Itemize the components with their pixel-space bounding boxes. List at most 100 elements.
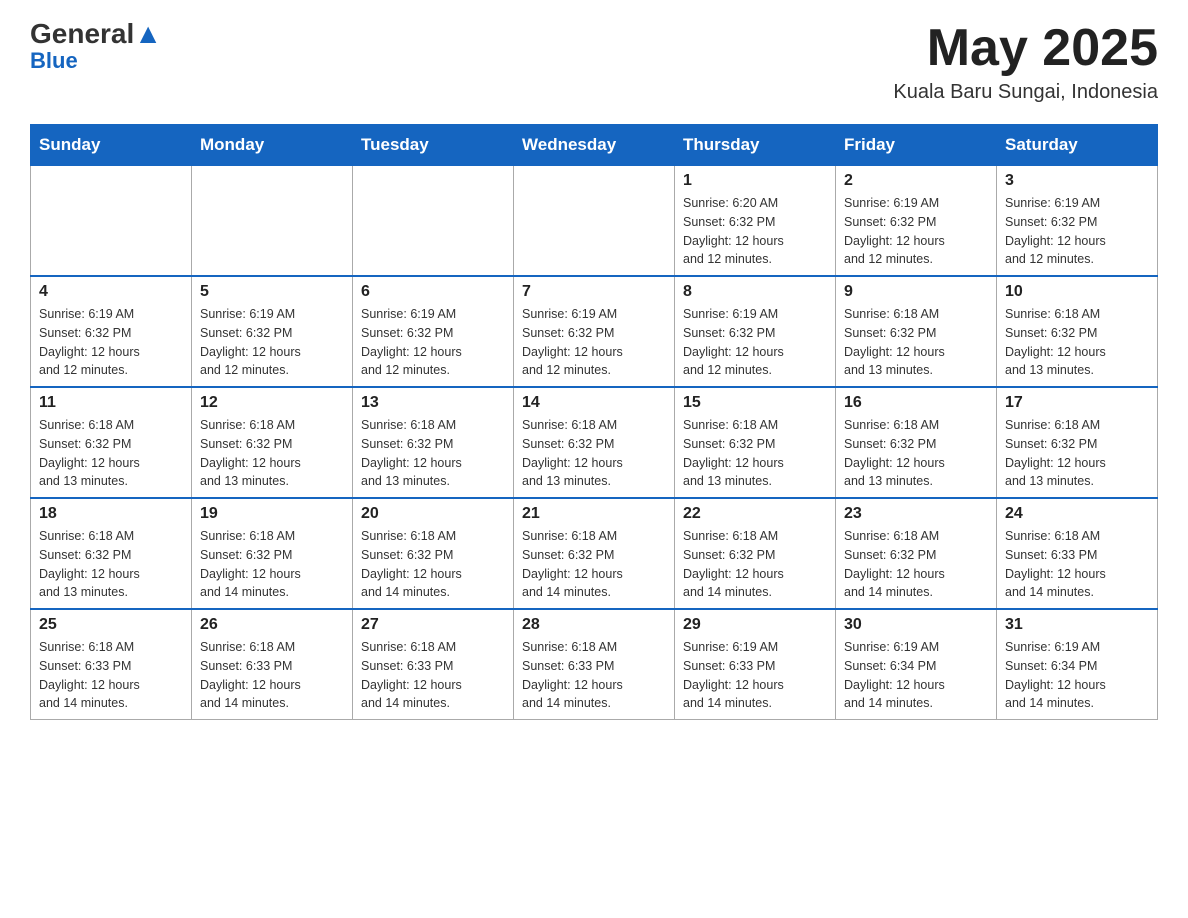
calendar-day-cell: 8Sunrise: 6:19 AMSunset: 6:32 PMDaylight… <box>675 276 836 387</box>
day-number: 4 <box>39 283 183 301</box>
calendar-day-cell: 25 Sunrise: 6:18 AMSunset: 6:33 PMDayligh… <box>31 609 192 720</box>
day-info: Sunrise: 6:18 AMSunset: 6:32 PMDaylight:… <box>1005 305 1149 380</box>
day-number: 3 <box>1005 172 1149 190</box>
day-number: 5 <box>200 283 344 301</box>
day-of-week-header: Saturday <box>997 125 1158 166</box>
calendar-day-cell: 26 Sunrise: 6:18 AMSunset: 6:33 PMDayligh… <box>192 609 353 720</box>
page-header: General▲ Blue May 2025 Kuala Baru Sungai… <box>30 20 1158 104</box>
day-info: Sunrise: 6:19 AMSunset: 6:34 PMDaylight:… <box>1005 638 1149 713</box>
day-info: Sunrise: 6:19 AMSunset: 6:32 PMDaylight:… <box>361 305 505 380</box>
day-info: Sunrise: 6:18 AMSunset: 6:32 PMDaylight:… <box>200 416 344 491</box>
day-number: 6 <box>361 283 505 301</box>
logo-general-text: General▲ <box>30 20 162 48</box>
title-section: May 2025 Kuala Baru Sungai, Indonesia <box>893 20 1158 104</box>
calendar-day-cell: 9 Sunrise: 6:18 AMSunset: 6:32 PMDaylight… <box>836 276 997 387</box>
calendar-day-cell <box>31 166 192 277</box>
day-info: Sunrise: 6:20 AMSunset: 6:32 PMDaylight:… <box>683 194 827 269</box>
calendar-day-cell: 17 Sunrise: 6:18 AMSunset: 6:32 PMDayligh… <box>997 387 1158 498</box>
day-info: Sunrise: 6:19 AMSunset: 6:33 PMDaylight:… <box>683 638 827 713</box>
calendar-day-cell: 3 Sunrise: 6:19 AMSunset: 6:32 PMDaylight… <box>997 166 1158 277</box>
calendar-day-cell <box>514 166 675 277</box>
calendar-day-cell: 29 Sunrise: 6:19 AMSunset: 6:33 PMDayligh… <box>675 609 836 720</box>
location-subtitle: Kuala Baru Sungai, Indonesia <box>893 81 1158 104</box>
calendar-week-row: 1 Sunrise: 6:20 AMSunset: 6:32 PMDaylight… <box>31 166 1158 277</box>
calendar-header-row: SundayMondayTuesdayWednesdayThursdayFrid… <box>31 125 1158 166</box>
day-number: 10 <box>1005 283 1149 301</box>
calendar-day-cell: 7 Sunrise: 6:19 AMSunset: 6:32 PMDaylight… <box>514 276 675 387</box>
calendar-day-cell: 31Sunrise: 6:19 AMSunset: 6:34 PMDayligh… <box>997 609 1158 720</box>
day-number: 13 <box>361 394 505 412</box>
calendar-day-cell: 15Sunrise: 6:18 AMSunset: 6:32 PMDayligh… <box>675 387 836 498</box>
day-info: Sunrise: 6:18 AMSunset: 6:32 PMDaylight:… <box>683 527 827 602</box>
day-number: 1 <box>683 172 827 190</box>
day-info: Sunrise: 6:19 AMSunset: 6:32 PMDaylight:… <box>39 305 183 380</box>
logo: General▲ Blue <box>30 20 162 74</box>
day-of-week-header: Wednesday <box>514 125 675 166</box>
day-number: 29 <box>683 616 827 634</box>
day-number: 27 <box>361 616 505 634</box>
day-info: Sunrise: 6:18 AMSunset: 6:32 PMDaylight:… <box>361 416 505 491</box>
calendar-day-cell: 30 Sunrise: 6:19 AMSunset: 6:34 PMDayligh… <box>836 609 997 720</box>
day-number: 9 <box>844 283 988 301</box>
day-number: 25 <box>39 616 183 634</box>
day-info: Sunrise: 6:18 AMSunset: 6:32 PMDaylight:… <box>1005 416 1149 491</box>
calendar-day-cell: 18Sunrise: 6:18 AMSunset: 6:32 PMDayligh… <box>31 498 192 609</box>
calendar-day-cell: 11 Sunrise: 6:18 AMSunset: 6:32 PMDayligh… <box>31 387 192 498</box>
calendar-day-cell: 24 Sunrise: 6:18 AMSunset: 6:33 PMDayligh… <box>997 498 1158 609</box>
logo-triangle-icon: ▲ <box>134 18 162 49</box>
day-info: Sunrise: 6:19 AMSunset: 6:32 PMDaylight:… <box>522 305 666 380</box>
day-number: 11 <box>39 394 183 412</box>
day-number: 2 <box>844 172 988 190</box>
day-number: 28 <box>522 616 666 634</box>
calendar-day-cell <box>353 166 514 277</box>
calendar-week-row: 11 Sunrise: 6:18 AMSunset: 6:32 PMDayligh… <box>31 387 1158 498</box>
day-number: 21 <box>522 505 666 523</box>
day-number: 23 <box>844 505 988 523</box>
day-info: Sunrise: 6:18 AMSunset: 6:32 PMDaylight:… <box>522 416 666 491</box>
calendar-day-cell: 1 Sunrise: 6:20 AMSunset: 6:32 PMDaylight… <box>675 166 836 277</box>
day-info: Sunrise: 6:19 AMSunset: 6:34 PMDaylight:… <box>844 638 988 713</box>
day-number: 7 <box>522 283 666 301</box>
day-of-week-header: Tuesday <box>353 125 514 166</box>
day-number: 18 <box>39 505 183 523</box>
day-info: Sunrise: 6:18 AMSunset: 6:33 PMDaylight:… <box>39 638 183 713</box>
day-info: Sunrise: 6:18 AMSunset: 6:32 PMDaylight:… <box>844 305 988 380</box>
day-info: Sunrise: 6:18 AMSunset: 6:32 PMDaylight:… <box>683 416 827 491</box>
calendar-table: SundayMondayTuesdayWednesdayThursdayFrid… <box>30 124 1158 720</box>
day-number: 16 <box>844 394 988 412</box>
month-year-title: May 2025 <box>893 20 1158 77</box>
calendar-day-cell: 27Sunrise: 6:18 AMSunset: 6:33 PMDayligh… <box>353 609 514 720</box>
day-info: Sunrise: 6:18 AMSunset: 6:33 PMDaylight:… <box>522 638 666 713</box>
day-info: Sunrise: 6:18 AMSunset: 6:32 PMDaylight:… <box>39 416 183 491</box>
day-of-week-header: Thursday <box>675 125 836 166</box>
day-info: Sunrise: 6:19 AMSunset: 6:32 PMDaylight:… <box>200 305 344 380</box>
calendar-day-cell: 21Sunrise: 6:18 AMSunset: 6:32 PMDayligh… <box>514 498 675 609</box>
day-number: 20 <box>361 505 505 523</box>
day-number: 19 <box>200 505 344 523</box>
day-info: Sunrise: 6:18 AMSunset: 6:33 PMDaylight:… <box>1005 527 1149 602</box>
calendar-day-cell: 5 Sunrise: 6:19 AMSunset: 6:32 PMDaylight… <box>192 276 353 387</box>
day-number: 14 <box>522 394 666 412</box>
day-number: 26 <box>200 616 344 634</box>
day-number: 30 <box>844 616 988 634</box>
day-info: Sunrise: 6:18 AMSunset: 6:32 PMDaylight:… <box>844 527 988 602</box>
calendar-day-cell: 22 Sunrise: 6:18 AMSunset: 6:32 PMDayligh… <box>675 498 836 609</box>
calendar-day-cell: 16Sunrise: 6:18 AMSunset: 6:32 PMDayligh… <box>836 387 997 498</box>
calendar-day-cell: 28 Sunrise: 6:18 AMSunset: 6:33 PMDayligh… <box>514 609 675 720</box>
calendar-week-row: 18 Sunrise: 6:18 AMSunset: 6:32 PMDayligh… <box>31 498 1158 609</box>
calendar-week-row: 4 Sunrise: 6:19 AMSunset: 6:32 PMDaylight… <box>31 276 1158 387</box>
day-info: Sunrise: 6:19 AMSunset: 6:32 PMDaylight:… <box>1005 194 1149 269</box>
calendar-day-cell: 6 Sunrise: 6:19 AMSunset: 6:32 PMDaylight… <box>353 276 514 387</box>
day-number: 24 <box>1005 505 1149 523</box>
day-number: 17 <box>1005 394 1149 412</box>
day-of-week-header: Sunday <box>31 125 192 166</box>
day-info: Sunrise: 6:19 AMSunset: 6:32 PMDaylight:… <box>844 194 988 269</box>
day-number: 22 <box>683 505 827 523</box>
day-info: Sunrise: 6:19 AMSunset: 6:32 PMDaylight:… <box>683 305 827 380</box>
day-of-week-header: Monday <box>192 125 353 166</box>
day-info: Sunrise: 6:18 AMSunset: 6:33 PMDaylight:… <box>200 638 344 713</box>
day-info: Sunrise: 6:18 AMSunset: 6:32 PMDaylight:… <box>200 527 344 602</box>
day-number: 12 <box>200 394 344 412</box>
logo-blue-text: Blue <box>30 48 78 74</box>
calendar-day-cell: 13 Sunrise: 6:18 AMSunset: 6:32 PMDayligh… <box>353 387 514 498</box>
